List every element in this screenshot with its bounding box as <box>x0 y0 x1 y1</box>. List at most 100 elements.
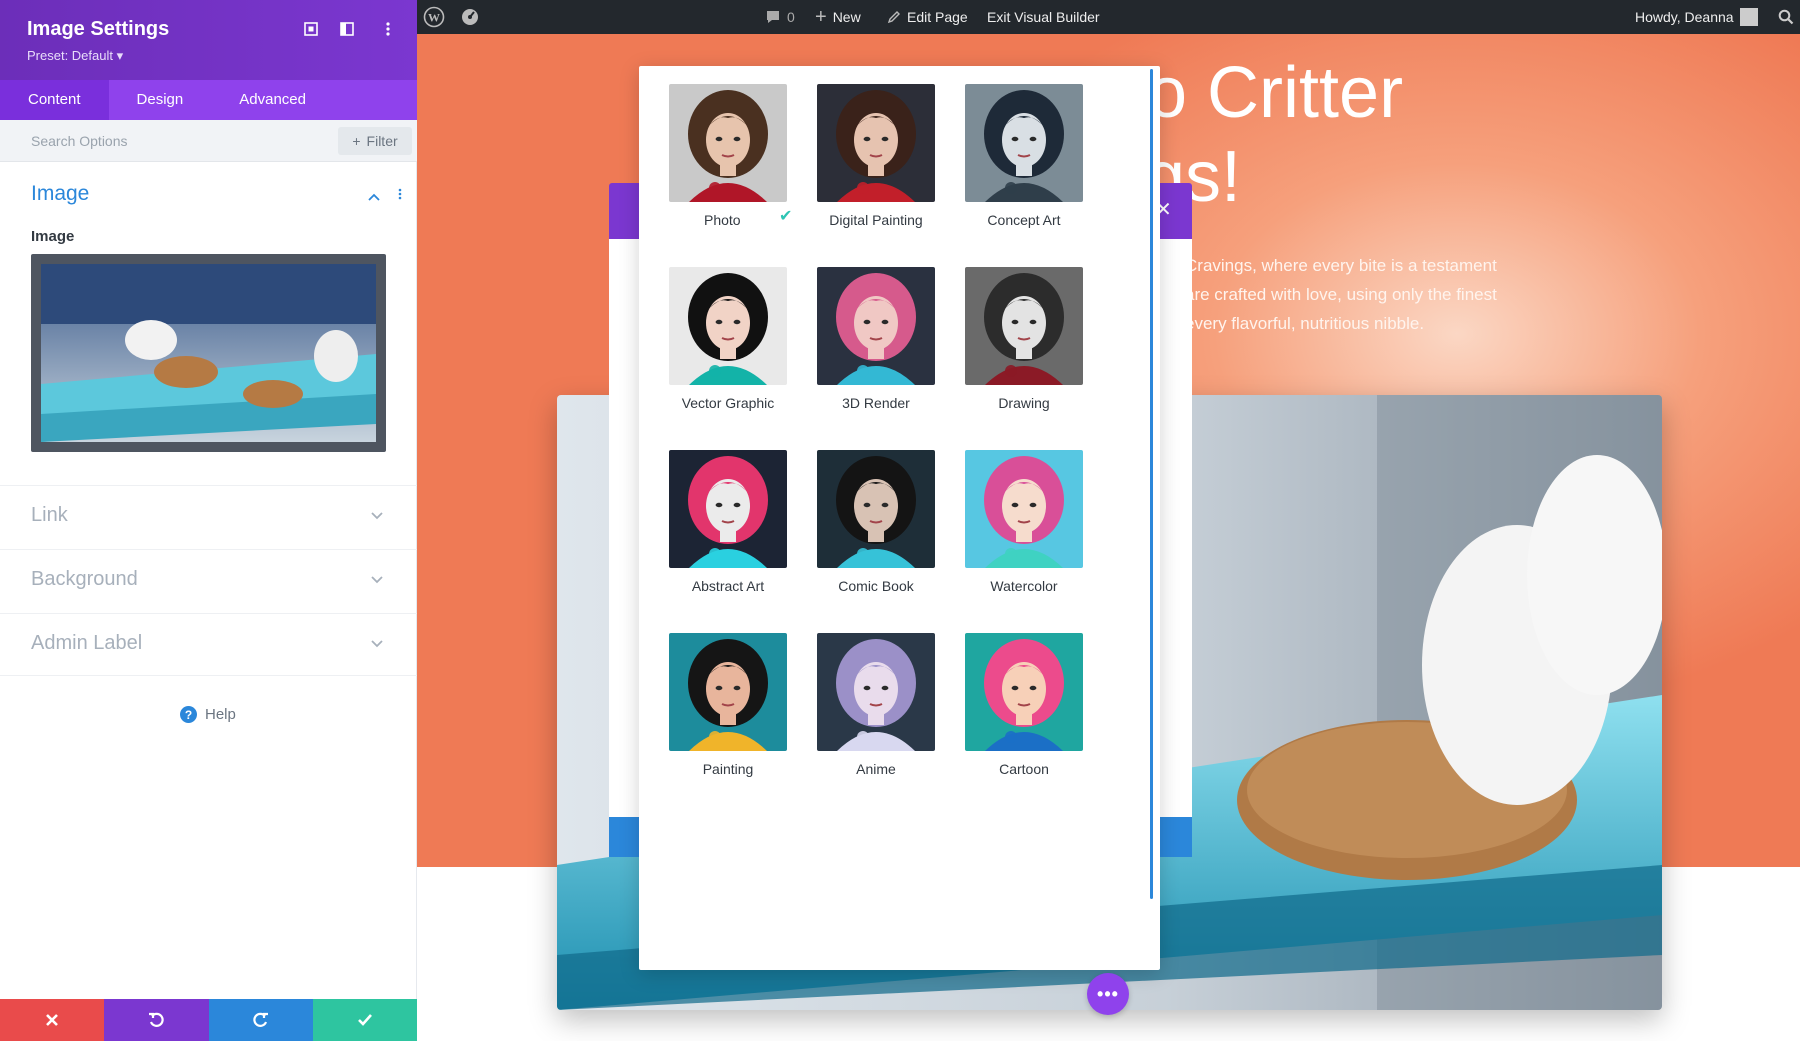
hero-title-line-1: o Critter <box>1147 52 1403 134</box>
svg-text:W: W <box>428 11 440 25</box>
portrait-thumbnail <box>965 633 1083 751</box>
check-icon <box>358 1014 372 1026</box>
style-label: Concept Art <box>965 212 1083 228</box>
style-label: Abstract Art <box>669 578 787 594</box>
portrait-thumbnail <box>669 267 787 385</box>
preset-dropdown[interactable]: Preset: Default ▾ <box>27 48 123 64</box>
wordpress-logo-icon[interactable]: W <box>423 0 445 34</box>
redo-button[interactable] <box>209 999 313 1041</box>
style-label: Anime <box>817 761 935 777</box>
hero-paragraph-line: every flavorful, nutritious nibble. <box>1185 314 1424 334</box>
undo-icon <box>148 1012 164 1028</box>
portrait-thumbnail <box>965 84 1083 202</box>
style-option-painting[interactable]: Painting <box>669 633 787 777</box>
style-option-watercolor[interactable]: Watercolor <box>965 450 1083 594</box>
accordion-label: Link <box>31 504 68 527</box>
image-section-title[interactable]: Image <box>31 182 89 206</box>
panel-tabs: Content Design Advanced <box>0 80 417 120</box>
accordion-background[interactable]: Background <box>0 549 417 611</box>
exit-visual-builder-link[interactable]: Exit Visual Builder <box>987 0 1100 34</box>
style-label: Watercolor <box>965 578 1083 594</box>
panel-title: Image Settings <box>27 18 169 41</box>
cookie-photo-thumbnail <box>41 264 376 442</box>
page-settings-button[interactable]: ••• <box>1087 973 1129 1015</box>
style-option-3d-render[interactable]: 3D Render <box>817 267 935 411</box>
style-option-comic-book[interactable]: Comic Book <box>817 450 935 594</box>
admin-bar: W 0 + New Edit Page Exit Visual Builder … <box>417 0 1800 34</box>
selected-check-icon: ✔ <box>779 206 792 226</box>
accordion-label: Background <box>31 568 138 591</box>
portrait-thumbnail <box>817 450 935 568</box>
portrait-thumbnail <box>965 267 1083 385</box>
portrait-thumbnail <box>817 84 935 202</box>
accordion-label: Admin Label <box>31 632 142 655</box>
pencil-icon <box>887 10 901 24</box>
dashboard-gauge-icon[interactable] <box>460 0 480 34</box>
chevron-up-icon[interactable] <box>368 188 380 204</box>
accordion-admin-label[interactable]: Admin Label <box>0 613 417 675</box>
style-label: Digital Painting <box>817 212 935 228</box>
discard-button[interactable] <box>0 999 104 1041</box>
portrait-thumbnail <box>669 84 787 202</box>
panel-action-bar <box>0 999 417 1041</box>
style-option-concept-art[interactable]: Concept Art <box>965 84 1083 228</box>
close-icon <box>46 1014 58 1026</box>
style-option-cartoon[interactable]: Cartoon <box>965 633 1083 777</box>
settings-panel: Image Settings Preset: Default ▾ Content… <box>0 0 417 1041</box>
portrait-thumbnail <box>669 450 787 568</box>
plus-icon: + <box>815 6 827 29</box>
account-menu[interactable]: Howdy, Deanna <box>1635 0 1758 34</box>
style-option-abstract-art[interactable]: Abstract Art <box>669 450 787 594</box>
scrollbar[interactable] <box>1150 69 1153 899</box>
page-canvas: o Critter gs! Cravings, where every bite… <box>417 34 1800 1041</box>
more-options-icon[interactable] <box>379 20 397 38</box>
help-link[interactable]: ? Help <box>180 706 236 723</box>
avatar <box>1740 8 1758 26</box>
style-option-digital-painting[interactable]: Digital Painting <box>817 84 935 228</box>
style-label: Painting <box>669 761 787 777</box>
image-upload-field[interactable] <box>31 254 386 452</box>
chevron-down-icon <box>371 507 383 523</box>
plus-icon: + <box>352 133 360 149</box>
save-button[interactable] <box>313 999 417 1041</box>
chevron-down-icon <box>371 571 383 587</box>
divider <box>0 675 417 676</box>
comment-bubble-icon <box>765 9 781 25</box>
new-label: New <box>833 9 861 25</box>
new-content-link[interactable]: + New <box>815 0 861 34</box>
chevron-down-icon <box>371 635 383 651</box>
image-field-label: Image <box>31 228 74 245</box>
portrait-thumbnail <box>817 633 935 751</box>
style-label: Photo <box>669 212 787 228</box>
style-option-vector-graphic[interactable]: Vector Graphic <box>669 267 787 411</box>
tab-content[interactable]: Content <box>0 80 109 120</box>
columns-layout-icon[interactable] <box>338 20 356 38</box>
tab-design[interactable]: Design <box>109 80 212 120</box>
style-option-drawing[interactable]: Drawing <box>965 267 1083 411</box>
comments-link[interactable]: 0 <box>765 0 795 34</box>
filter-button[interactable]: + Filter <box>338 127 412 155</box>
help-icon: ? <box>180 706 197 723</box>
portrait-thumbnail <box>669 633 787 751</box>
undo-button[interactable] <box>104 999 208 1041</box>
comments-count: 0 <box>787 9 795 25</box>
filter-label: Filter <box>367 133 398 149</box>
search-icon[interactable] <box>1778 0 1794 34</box>
hero-paragraph-line: Cravings, where every bite is a testamen… <box>1185 256 1497 276</box>
style-label: Cartoon <box>965 761 1083 777</box>
accordion-link[interactable]: Link <box>0 485 417 547</box>
style-label: Drawing <box>965 395 1083 411</box>
section-more-icon[interactable] <box>398 187 402 203</box>
fullscreen-icon[interactable] <box>302 20 320 38</box>
portrait-thumbnail <box>965 450 1083 568</box>
redo-icon <box>253 1012 269 1028</box>
greeting: Howdy, Deanna <box>1635 9 1734 25</box>
edit-page-link[interactable]: Edit Page <box>887 0 968 34</box>
panel-header: Image Settings Preset: Default ▾ <box>0 0 417 80</box>
tab-advanced[interactable]: Advanced <box>211 80 334 120</box>
style-option-anime[interactable]: Anime <box>817 633 935 777</box>
help-label: Help <box>205 706 236 723</box>
style-option-photo[interactable]: Photo✔ <box>669 84 787 228</box>
search-input[interactable] <box>22 126 322 156</box>
style-label: Vector Graphic <box>669 395 787 411</box>
